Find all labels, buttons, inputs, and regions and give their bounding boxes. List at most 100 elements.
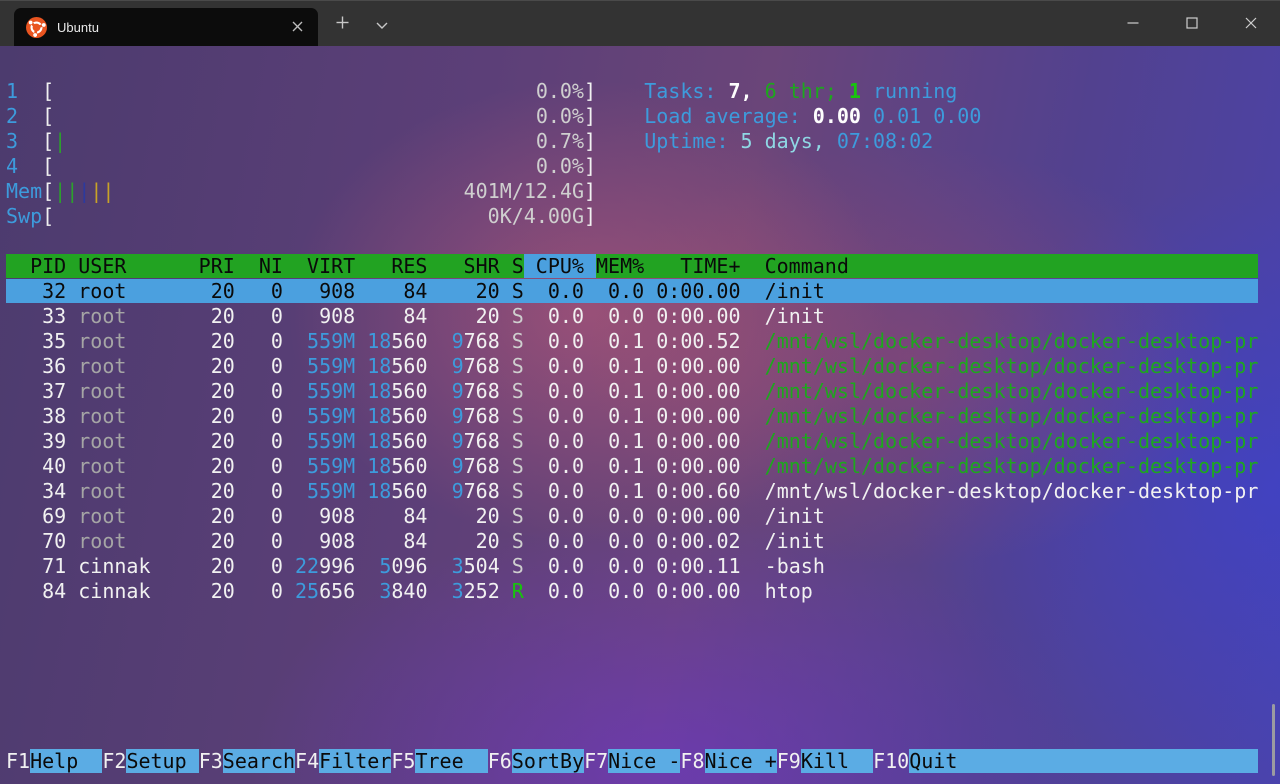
process-row-39[interactable]: 39 root 20 0 559M 18560 9768 S 0.0 0.1 0… bbox=[6, 429, 1258, 454]
terminal-text: 0.0 0.1 0:00.00 bbox=[524, 404, 765, 428]
terminal-text: Load average: bbox=[644, 104, 813, 128]
process-row-38[interactable]: 38 root 20 0 559M 18560 9768 S 0.0 0.1 0… bbox=[6, 404, 1258, 429]
process-row-70[interactable]: 70 root 20 0 908 84 20 S 0.0 0.0 0:00.02… bbox=[6, 529, 825, 554]
terminal-text: [ bbox=[42, 79, 54, 103]
terminal-text: htop bbox=[765, 579, 813, 603]
terminal-text: 37 bbox=[6, 379, 78, 403]
terminal-text: 3 bbox=[452, 554, 464, 578]
fn-filter-button[interactable]: Filter bbox=[319, 749, 391, 773]
sort-column-cpu[interactable]: CPU% bbox=[524, 254, 596, 278]
minimize-button[interactable] bbox=[1103, 1, 1162, 47]
fn-quit-button[interactable]: Quit bbox=[909, 749, 1258, 773]
terminal-text: 768 bbox=[464, 379, 512, 403]
terminal-text: 20 0 bbox=[151, 554, 296, 578]
terminal-text: | bbox=[54, 129, 66, 153]
process-row-69[interactable]: 69 root 20 0 908 84 20 S 0.0 0.0 0:00.00… bbox=[6, 504, 825, 529]
terminal-screen[interactable]: 1 [ 0.0%] Tasks: 7, 6 thr; 1 running2 [ … bbox=[0, 46, 1280, 784]
terminal-text: S bbox=[512, 329, 524, 353]
terminal-text: 0.7% bbox=[536, 129, 584, 153]
terminal-text: /mnt/wsl/docker-desktop/docker-desktop-p… bbox=[765, 429, 1259, 453]
terminal-text: 768 bbox=[464, 354, 512, 378]
process-row-71[interactable]: 71 cinnak 20 0 22996 5096 3504 S 0.0 0.0… bbox=[6, 554, 825, 579]
scrollbar-thumb[interactable] bbox=[1272, 704, 1275, 776]
terminal-text: 20 0 bbox=[126, 379, 307, 403]
process-row-32-selected[interactable]: 32 root 20 0 908 84 20 S 0.0 0.0 0:00.00… bbox=[6, 279, 1258, 304]
fn-key-f1[interactable]: F1 bbox=[6, 749, 30, 773]
terminal-text: 0.0% bbox=[536, 154, 584, 178]
tab-dropdown-button[interactable] bbox=[366, 9, 398, 39]
terminal-text: 096 bbox=[391, 554, 451, 578]
fn-nice-minus-button[interactable]: Nice - bbox=[608, 749, 680, 773]
fn-key-f10[interactable]: F10 bbox=[873, 749, 909, 773]
terminal-text: ] bbox=[584, 154, 596, 178]
terminal-text: 22 bbox=[295, 554, 319, 578]
terminal-text bbox=[54, 204, 487, 228]
terminal-text: 5 days, bbox=[741, 129, 837, 153]
header-columns[interactable]: MEM% TIME+ Command bbox=[596, 254, 1258, 278]
fn-key-f6[interactable]: F6 bbox=[488, 749, 512, 773]
fn-nice-plus-button[interactable]: Nice + bbox=[705, 749, 777, 773]
terminal-text: /mnt/wsl/docker-desktop/docker-desktop-p… bbox=[765, 454, 1259, 478]
terminal-text: 9 bbox=[452, 354, 464, 378]
terminal-text: S bbox=[512, 529, 524, 553]
terminal-text: 4 bbox=[6, 154, 42, 178]
fn-kill-button[interactable]: Kill bbox=[801, 749, 873, 773]
tab-ubuntu[interactable]: Ubuntu bbox=[14, 8, 318, 47]
process-row-37[interactable]: 37 root 20 0 559M 18560 9768 S 0.0 0.1 0… bbox=[6, 379, 1258, 404]
terminal-text bbox=[596, 104, 644, 128]
fn-sortby-button[interactable]: SortBy bbox=[512, 749, 584, 773]
terminal-text: 560 bbox=[391, 329, 451, 353]
process-row-33[interactable]: 33 root 20 0 908 84 20 S 0.0 0.0 0:00.00… bbox=[6, 304, 825, 329]
terminal-text: 0.0 0.1 0:00.00 bbox=[524, 354, 765, 378]
terminal-text bbox=[114, 179, 463, 203]
terminal-text: [ bbox=[42, 154, 54, 178]
terminal-text: 18 bbox=[367, 454, 391, 478]
terminal-text: 9 bbox=[452, 479, 464, 503]
terminal-text: 1 bbox=[849, 79, 861, 103]
terminal-text: [ bbox=[42, 104, 54, 128]
process-row-35[interactable]: 35 root 20 0 559M 18560 9768 S 0.0 0.1 0… bbox=[6, 329, 1258, 354]
terminal-text: 559M bbox=[307, 354, 355, 378]
fn-setup-button[interactable]: Setup bbox=[126, 749, 198, 773]
terminal-text: root bbox=[78, 304, 126, 328]
table-header[interactable]: PID USER PRI NI VIRT RES SHR S CPU% MEM%… bbox=[6, 254, 1258, 279]
terminal-text: 559M bbox=[307, 404, 355, 428]
fn-key-f8[interactable]: F8 bbox=[680, 749, 704, 773]
terminal-text: S bbox=[512, 429, 524, 453]
fn-key-f4[interactable]: F4 bbox=[295, 749, 319, 773]
function-key-bar[interactable]: F1Help F2Setup F3SearchF4FilterF5Tree F6… bbox=[6, 749, 1258, 774]
process-row-34[interactable]: 34 root 20 0 559M 18560 9768 S 0.0 0.1 0… bbox=[6, 479, 1258, 504]
terminal-text: 0.0 0.1 0:00.60 bbox=[524, 479, 765, 503]
terminal-text: 768 bbox=[464, 404, 512, 428]
tab-close-button[interactable] bbox=[284, 15, 310, 41]
terminal-text: /mnt/wsl/docker-desktop/docker-desktop-p… bbox=[765, 404, 1259, 428]
close-window-button[interactable] bbox=[1221, 1, 1280, 47]
terminal-text: 33 bbox=[6, 304, 78, 328]
terminal-text: 559M bbox=[307, 479, 355, 503]
terminal-text: S bbox=[512, 479, 524, 503]
terminal-text: 5 bbox=[379, 554, 391, 578]
process-row-36[interactable]: 36 root 20 0 559M 18560 9768 S 0.0 0.1 0… bbox=[6, 354, 1258, 379]
swp-meter: Swp[ 0K/4.00G] bbox=[6, 204, 596, 229]
fn-tree-button[interactable]: Tree bbox=[415, 749, 487, 773]
fn-key-f5[interactable]: F5 bbox=[391, 749, 415, 773]
fn-key-f2[interactable]: F2 bbox=[102, 749, 126, 773]
fn-key-f7[interactable]: F7 bbox=[584, 749, 608, 773]
fn-key-f3[interactable]: F3 bbox=[199, 749, 223, 773]
terminal-text: 0.0 0.0 0:00.00 bbox=[524, 579, 765, 603]
fn-search-button[interactable]: Search bbox=[223, 749, 295, 773]
fn-help-button[interactable]: Help bbox=[30, 749, 102, 773]
terminal-text: [ bbox=[42, 179, 54, 203]
terminal-window: Ubuntu bbox=[0, 0, 1280, 784]
maximize-button[interactable] bbox=[1162, 1, 1221, 47]
process-row-40[interactable]: 40 root 20 0 559M 18560 9768 S 0.0 0.1 0… bbox=[6, 454, 1258, 479]
terminal-text: ] bbox=[584, 204, 596, 228]
header-columns[interactable]: PID USER PRI NI VIRT RES SHR S bbox=[6, 254, 524, 278]
terminal-text: 560 bbox=[391, 454, 451, 478]
terminal-text: 252 bbox=[464, 579, 512, 603]
terminal-text: 559M bbox=[307, 329, 355, 353]
fn-key-f9[interactable]: F9 bbox=[777, 749, 801, 773]
new-tab-button[interactable] bbox=[326, 9, 358, 39]
process-row-84[interactable]: 84 cinnak 20 0 25656 3840 3252 R 0.0 0.0… bbox=[6, 579, 813, 604]
terminal-text: 20 0 bbox=[126, 354, 307, 378]
